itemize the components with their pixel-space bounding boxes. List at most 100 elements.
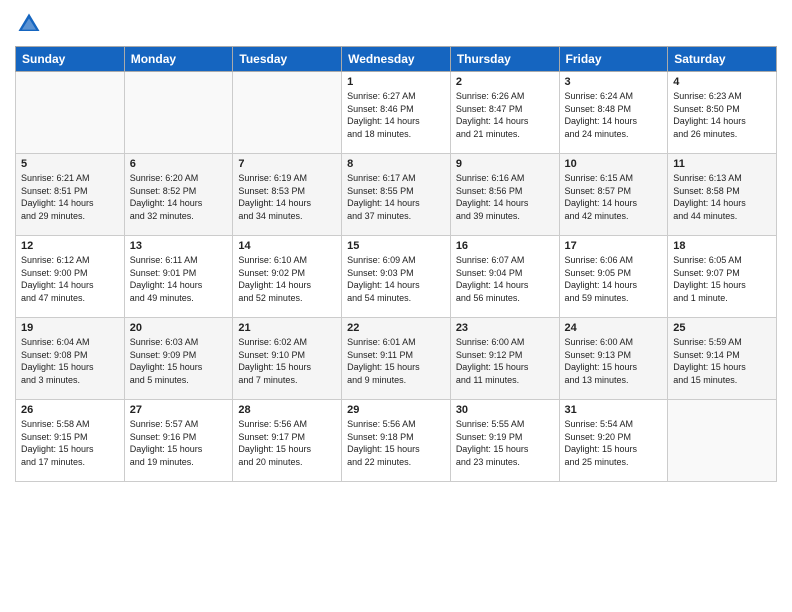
- day-number: 5: [21, 158, 119, 170]
- calendar-cell: 2 Sunrise: 6:26 AM Sunset: 8:47 PM Daylig…: [450, 72, 559, 154]
- calendar-cell: 9Sunrise: 6:16 AM Sunset: 8:56 PM Daylig…: [450, 154, 559, 236]
- day-number: 13: [130, 240, 228, 252]
- day-info: Sunrise: 5:59 AM Sunset: 9:14 PM Dayligh…: [673, 336, 771, 386]
- calendar-cell: 29 Sunrise: 5:56 AM Sunset: 9:18 PM Dayli…: [342, 400, 451, 482]
- calendar-cell: 28Sunrise: 5:56 AM Sunset: 9:17 PM Dayli…: [233, 400, 342, 482]
- day-info: Sunrise: 6:06 AM Sunset: 9:05 PM Dayligh…: [565, 254, 663, 304]
- calendar-cell: 25 Sunrise: 5:59 AM Sunset: 9:14 PM Dayli…: [668, 318, 777, 400]
- calendar-week-row: 19 Sunrise: 6:04 AM Sunset: 9:08 PM Dayli…: [16, 318, 777, 400]
- day-number: 21: [238, 322, 336, 334]
- day-number: 2: [456, 76, 554, 88]
- calendar-cell: 4 Sunrise: 6:23 AM Sunset: 8:50 PM Daylig…: [668, 72, 777, 154]
- day-number: 24: [565, 322, 663, 334]
- day-number: 7: [238, 158, 336, 170]
- calendar-cell: 20 Sunrise: 6:03 AM Sunset: 9:09 PM Dayli…: [124, 318, 233, 400]
- day-of-week-header: Sunday: [16, 47, 125, 72]
- day-of-week-header: Wednesday: [342, 47, 451, 72]
- day-number: 20: [130, 322, 228, 334]
- day-info: Sunrise: 5:57 AM Sunset: 9:16 PM Dayligh…: [130, 418, 228, 468]
- calendar-week-row: 5 Sunrise: 6:21 AM Sunset: 8:51 PM Daylig…: [16, 154, 777, 236]
- calendar-cell: 17Sunrise: 6:06 AM Sunset: 9:05 PM Dayli…: [559, 236, 668, 318]
- day-number: 15: [347, 240, 445, 252]
- calendar-cell: 5 Sunrise: 6:21 AM Sunset: 8:51 PM Daylig…: [16, 154, 125, 236]
- day-number: 26: [21, 404, 119, 416]
- header-row: SundayMondayTuesdayWednesdayThursdayFrid…: [16, 47, 777, 72]
- day-info: Sunrise: 6:00 AM Sunset: 9:12 PM Dayligh…: [456, 336, 554, 386]
- day-number: 22: [347, 322, 445, 334]
- day-number: 30: [456, 404, 554, 416]
- day-number: 1: [347, 76, 445, 88]
- day-info: Sunrise: 6:09 AM Sunset: 9:03 PM Dayligh…: [347, 254, 445, 304]
- calendar-week-row: 1 Sunrise: 6:27 AM Sunset: 8:46 PM Daylig…: [16, 72, 777, 154]
- day-number: 10: [565, 158, 663, 170]
- day-info: Sunrise: 6:23 AM Sunset: 8:50 PM Dayligh…: [673, 90, 771, 140]
- header: [15, 10, 777, 38]
- calendar-cell: 23 Sunrise: 6:00 AM Sunset: 9:12 PM Dayli…: [450, 318, 559, 400]
- calendar-cell: 3 Sunrise: 6:24 AM Sunset: 8:48 PM Daylig…: [559, 72, 668, 154]
- day-number: 23: [456, 322, 554, 334]
- logo-icon: [15, 10, 43, 38]
- calendar-cell: [668, 400, 777, 482]
- calendar-cell: [124, 72, 233, 154]
- day-number: 6: [130, 158, 228, 170]
- calendar-cell: 14 Sunrise: 6:10 AM Sunset: 9:02 PM Dayli…: [233, 236, 342, 318]
- day-info: Sunrise: 6:26 AM Sunset: 8:47 PM Dayligh…: [456, 90, 554, 140]
- calendar-cell: 27Sunrise: 5:57 AM Sunset: 9:16 PM Dayli…: [124, 400, 233, 482]
- day-of-week-header: Friday: [559, 47, 668, 72]
- day-info: Sunrise: 6:04 AM Sunset: 9:08 PM Dayligh…: [21, 336, 119, 386]
- day-number: 25: [673, 322, 771, 334]
- day-info: Sunrise: 6:20 AM Sunset: 8:52 PM Dayligh…: [130, 172, 228, 222]
- day-info: Sunrise: 6:27 AM Sunset: 8:46 PM Dayligh…: [347, 90, 445, 140]
- day-number: 19: [21, 322, 119, 334]
- logo: [15, 10, 47, 38]
- calendar-cell: 30 Sunrise: 5:55 AM Sunset: 9:19 PM Dayli…: [450, 400, 559, 482]
- calendar-cell: 21Sunrise: 6:02 AM Sunset: 9:10 PM Dayli…: [233, 318, 342, 400]
- day-of-week-header: Saturday: [668, 47, 777, 72]
- calendar-cell: 11 Sunrise: 6:13 AM Sunset: 8:58 PM Dayli…: [668, 154, 777, 236]
- day-info: Sunrise: 5:54 AM Sunset: 9:20 PM Dayligh…: [565, 418, 663, 468]
- day-info: Sunrise: 6:17 AM Sunset: 8:55 PM Dayligh…: [347, 172, 445, 222]
- day-number: 14: [238, 240, 336, 252]
- day-info: Sunrise: 5:58 AM Sunset: 9:15 PM Dayligh…: [21, 418, 119, 468]
- day-of-week-header: Thursday: [450, 47, 559, 72]
- day-info: Sunrise: 6:15 AM Sunset: 8:57 PM Dayligh…: [565, 172, 663, 222]
- day-info: Sunrise: 5:56 AM Sunset: 9:18 PM Dayligh…: [347, 418, 445, 468]
- calendar-cell: 15 Sunrise: 6:09 AM Sunset: 9:03 PM Dayli…: [342, 236, 451, 318]
- day-info: Sunrise: 6:13 AM Sunset: 8:58 PM Dayligh…: [673, 172, 771, 222]
- calendar-cell: 8 Sunrise: 6:17 AM Sunset: 8:55 PM Daylig…: [342, 154, 451, 236]
- calendar-cell: 10 Sunrise: 6:15 AM Sunset: 8:57 PM Dayli…: [559, 154, 668, 236]
- day-number: 12: [21, 240, 119, 252]
- calendar-week-row: 12Sunrise: 6:12 AM Sunset: 9:00 PM Dayli…: [16, 236, 777, 318]
- day-number: 11: [673, 158, 771, 170]
- calendar-body: 1 Sunrise: 6:27 AM Sunset: 8:46 PM Daylig…: [16, 72, 777, 482]
- calendar-header: SundayMondayTuesdayWednesdayThursdayFrid…: [16, 47, 777, 72]
- day-info: Sunrise: 6:10 AM Sunset: 9:02 PM Dayligh…: [238, 254, 336, 304]
- calendar-cell: 13 Sunrise: 6:11 AM Sunset: 9:01 PM Dayli…: [124, 236, 233, 318]
- day-info: Sunrise: 5:55 AM Sunset: 9:19 PM Dayligh…: [456, 418, 554, 468]
- day-number: 8: [347, 158, 445, 170]
- day-info: Sunrise: 6:19 AM Sunset: 8:53 PM Dayligh…: [238, 172, 336, 222]
- day-info: Sunrise: 6:11 AM Sunset: 9:01 PM Dayligh…: [130, 254, 228, 304]
- day-info: Sunrise: 6:16 AM Sunset: 8:56 PM Dayligh…: [456, 172, 554, 222]
- calendar-cell: 31 Sunrise: 5:54 AM Sunset: 9:20 PM Dayli…: [559, 400, 668, 482]
- calendar-cell: 16 Sunrise: 6:07 AM Sunset: 9:04 PM Dayli…: [450, 236, 559, 318]
- calendar-cell: [16, 72, 125, 154]
- day-info: Sunrise: 6:21 AM Sunset: 8:51 PM Dayligh…: [21, 172, 119, 222]
- page: SundayMondayTuesdayWednesdayThursdayFrid…: [0, 0, 792, 492]
- calendar-cell: [233, 72, 342, 154]
- day-info: Sunrise: 6:03 AM Sunset: 9:09 PM Dayligh…: [130, 336, 228, 386]
- calendar-table: SundayMondayTuesdayWednesdayThursdayFrid…: [15, 46, 777, 482]
- day-info: Sunrise: 6:24 AM Sunset: 8:48 PM Dayligh…: [565, 90, 663, 140]
- day-of-week-header: Monday: [124, 47, 233, 72]
- day-info: Sunrise: 6:07 AM Sunset: 9:04 PM Dayligh…: [456, 254, 554, 304]
- day-number: 4: [673, 76, 771, 88]
- day-number: 31: [565, 404, 663, 416]
- day-number: 28: [238, 404, 336, 416]
- day-info: Sunrise: 6:00 AM Sunset: 9:13 PM Dayligh…: [565, 336, 663, 386]
- calendar-cell: 19 Sunrise: 6:04 AM Sunset: 9:08 PM Dayli…: [16, 318, 125, 400]
- day-number: 3: [565, 76, 663, 88]
- day-of-week-header: Tuesday: [233, 47, 342, 72]
- calendar-week-row: 26 Sunrise: 5:58 AM Sunset: 9:15 PM Dayli…: [16, 400, 777, 482]
- day-number: 16: [456, 240, 554, 252]
- day-number: 29: [347, 404, 445, 416]
